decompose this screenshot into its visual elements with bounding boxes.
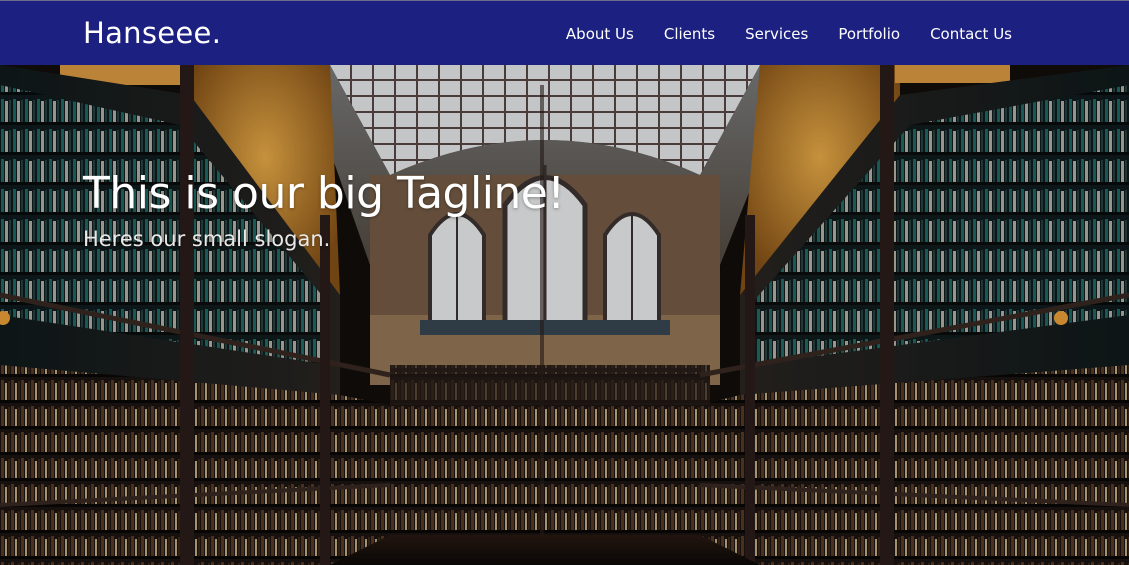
main-nav: About Us Clients Services Portfolio Cont… — [536, 25, 1012, 43]
hero-tagline: This is our big Tagline! — [83, 168, 565, 219]
nav-link-contact-us[interactable]: Contact Us — [930, 25, 1012, 43]
hero-text: This is our big Tagline! Heres our small… — [83, 168, 565, 251]
brand-logo[interactable]: Hanseee. — [83, 16, 221, 50]
hero-background-image — [0, 65, 1129, 565]
hero-slogan: Heres our small slogan. — [83, 227, 331, 251]
top-navbar: Hanseee. About Us Clients Services Portf… — [0, 0, 1129, 65]
nav-link-services[interactable]: Services — [745, 25, 808, 43]
nav-link-clients[interactable]: Clients — [664, 25, 715, 43]
nav-link-portfolio[interactable]: Portfolio — [838, 25, 900, 43]
nav-link-about-us[interactable]: About Us — [566, 25, 634, 43]
hero-section: This is our big Tagline! Heres our small… — [0, 65, 1129, 565]
